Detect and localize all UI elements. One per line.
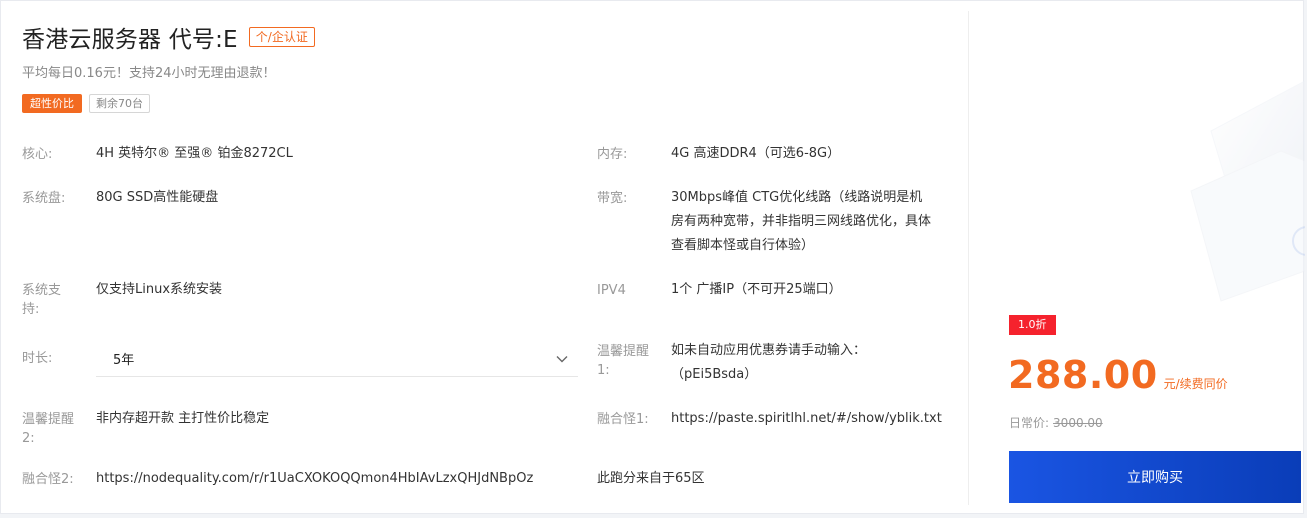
title-row: 香港云服务器 代号:E 个/企认证 (22, 20, 315, 54)
hot-badge: 超性价比 (22, 94, 82, 113)
chevron-down-icon (556, 356, 568, 363)
product-title: 香港云服务器 代号:E (22, 27, 238, 53)
divider (968, 11, 969, 505)
disk-value: 80G SSD高性能硬盘 (96, 190, 219, 205)
os-label-line2: 持: (22, 302, 40, 317)
benchmark-note: 此跑分来自于65区 (597, 471, 705, 486)
merge2-label: 融合怪2: (22, 472, 74, 487)
duration-selected-value: 5年 (113, 353, 135, 368)
bandwidth-value-line1: 30Mbps峰值 CTG优化线路（线路说明是机 (671, 190, 923, 205)
badges: 超性价比 剩余70台 (22, 94, 150, 113)
memory-label: 内存: (597, 147, 628, 162)
merge1-link[interactable]: https://paste.spiritlhl.net/#/show/yblik… (671, 407, 942, 431)
core-label: 核心: (22, 147, 53, 162)
discount-tag: 1.0折 (1009, 315, 1056, 335)
os-label-line1: 系统支 (22, 283, 62, 298)
price-row: 288.00 元/续费同价 (1008, 353, 1228, 397)
duration-label: 时长: (22, 351, 53, 366)
bandwidth-value-line3: 查看脚本怪或自行体验） (671, 238, 815, 253)
disk-label: 系统盘: (22, 191, 66, 206)
ipv4-label: IPV4 (597, 283, 626, 298)
original-price-row: 日常价: 3000.00 (1009, 414, 1103, 431)
tip1-label-line2: 1: (597, 363, 610, 378)
os-value: 仅支持Linux系统安装 (96, 282, 223, 297)
core-value: 4H 英特尔® 至强® 铂金8272CL (96, 146, 293, 161)
bandwidth-label: 带宽: (597, 191, 628, 206)
decorative-background (1190, 80, 1305, 302)
product-subtitle: 平均每日0.16元！支持24小时无理由退款！ (22, 66, 276, 81)
tip2-value: 非内存超开款 主打性价比稳定 (96, 411, 270, 426)
bandwidth-value-line2: 房有两种宽带，并非指明三网线路优化，具体 (671, 214, 932, 229)
verify-tag: 个/企认证 (248, 27, 315, 47)
merge2-link[interactable]: https://nodequality.com/r/r1UaCXOKOQQmon… (96, 467, 533, 491)
memory-value: 4G 高速DDR4（可选6-8G） (671, 146, 841, 161)
original-price-value: 3000.00 (1053, 416, 1103, 430)
tip1-label-line1: 温馨提醒 (597, 344, 650, 359)
product-card: 香港云服务器 代号:E 个/企认证 平均每日0.16元！支持24小时无理由退款！… (0, 0, 1305, 514)
tip1-value-line2: （pEi5Bsda） (671, 367, 758, 382)
price-value: 288.00 (1008, 353, 1158, 397)
tip2-label-line1: 温馨提醒 (22, 412, 75, 427)
price-unit: 元/续费同价 (1163, 377, 1228, 391)
ipv4-value: 1个 广播IP（不可开25端口） (671, 282, 842, 297)
buy-now-button[interactable]: 立即购买 (1009, 451, 1301, 503)
tip2-label-line2: 2: (22, 431, 35, 446)
tip1-value-line1: 如未自动应用优惠券请手动输入： (671, 343, 867, 358)
duration-select[interactable]: 5年 (96, 341, 578, 377)
original-price-label: 日常价: (1009, 416, 1050, 430)
stock-badge: 剩余70台 (89, 94, 150, 113)
merge1-label: 融合怪1: (597, 412, 649, 427)
